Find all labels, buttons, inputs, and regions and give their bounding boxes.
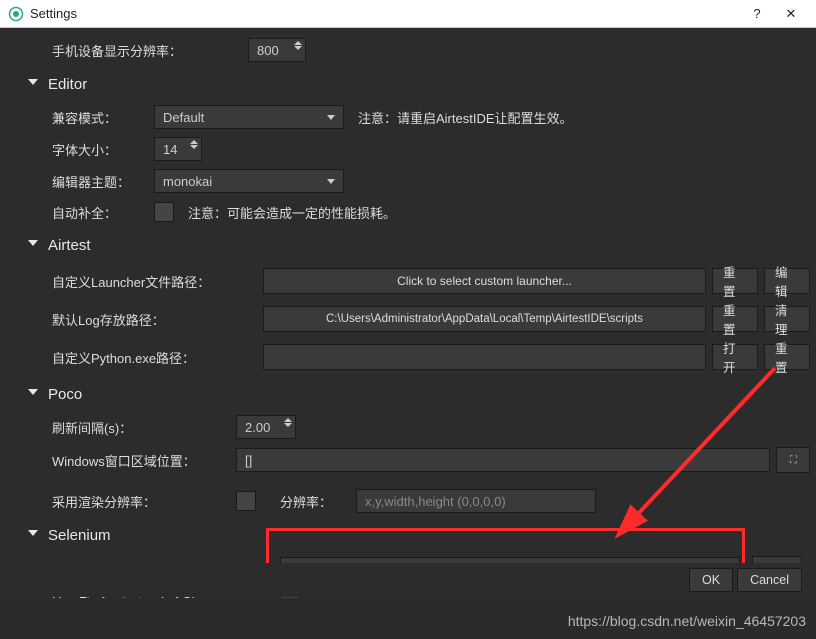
renderres-label: 采用渲染分辨率： [52,492,230,511]
autocomplete-label: 自动补全： [52,203,148,222]
collapse-icon [28,389,38,400]
section-airtest[interactable]: Airtest [6,227,810,262]
refresh-row: 刷新间隔(s)： 2.00 [6,411,810,443]
titlebar: Settings ? ✕ [0,0,816,28]
launcher-edit-button[interactable]: 编辑 [764,268,810,294]
collapse-icon [28,79,38,90]
python-open-button[interactable]: 打开 [712,344,758,370]
logdir-row: 默认Log存放路径： C:\Users\Administrator\AppDat… [6,300,810,338]
renderres-row: 采用渲染分辨率： 分辨率： x,y,width,height (0,0,0,0) [6,477,810,517]
logdir-reset-button[interactable]: 重置 [712,306,758,332]
autocomplete-row: 自动补全： 注意：可能会造成一定的性能损耗。 [6,197,810,227]
device-resolution-row: 手机设备显示分辨率： 800 [6,34,810,66]
renderres-checkbox[interactable] [236,491,256,511]
res-input[interactable]: x,y,width,height (0,0,0,0) [356,489,596,513]
watermark: https://blog.csdn.net/weixin_46457203 [568,613,806,629]
collapse-icon [28,530,38,541]
fontsize-row: 字体大小： 14 [6,133,810,165]
expand-icon: ⛶ [790,455,796,466]
theme-label: 编辑器主题： [52,172,148,191]
expand-button[interactable]: ⛶ [776,447,810,473]
logdir-label: 默认Log存放路径： [52,310,257,329]
section-airtest-title: Airtest [48,237,91,254]
spin-up-icon[interactable] [190,140,198,144]
section-selenium-title: Selenium [48,527,111,544]
device-resolution-input[interactable]: 800 [248,38,306,62]
spin-up-icon[interactable] [284,418,292,422]
fontsize-label: 字体大小： [52,140,148,159]
logdir-path[interactable]: C:\Users\Administrator\AppData\Local\Tem… [263,306,706,332]
logdir-clean-button[interactable]: 清理 [764,306,810,332]
close-button[interactable]: ✕ [774,1,808,27]
python-path[interactable] [263,344,706,370]
launcher-label: 自定义Launcher文件路径： [52,272,257,291]
help-button[interactable]: ? [740,1,774,27]
spin-down-icon[interactable] [190,145,198,149]
settings-content: 手机设备显示分辨率： 800 Editor 兼容模式： Default 注意：请… [0,28,816,598]
launcher-picker[interactable]: Click to select custom launcher... [263,268,706,294]
winarea-label: Windows窗口区域位置： [52,451,230,470]
launcher-row: 自定义Launcher文件路径： Click to select custom … [6,262,810,300]
section-editor-title: Editor [48,76,87,93]
python-label: 自定义Python.exe路径： [52,348,257,367]
compat-row: 兼容模式： Default 注意：请重启AirtestIDE让配置生效。 [6,101,810,133]
refresh-input[interactable]: 2.00 [236,415,296,439]
autocomplete-checkbox[interactable] [154,202,174,222]
theme-select[interactable]: monokai [154,169,344,193]
python-reset-button[interactable]: 重置 [764,344,810,370]
compat-select[interactable]: Default [154,105,344,129]
compat-label: 兼容模式： [52,108,148,127]
fontsize-input[interactable]: 14 [154,137,202,161]
section-selenium[interactable]: Selenium [6,517,810,552]
res-label: 分辨率： [280,492,350,511]
collapse-icon [28,240,38,251]
spin-down-icon[interactable] [294,46,302,50]
device-resolution-label: 手机设备显示分辨率： [52,41,242,60]
spin-down-icon[interactable] [284,423,292,427]
cancel-button[interactable]: Cancel [737,568,802,592]
ok-button[interactable]: OK [689,568,733,592]
compat-hint: 注意：请重启AirtestIDE让配置生效。 [358,108,573,127]
spin-up-icon[interactable] [294,41,302,45]
winarea-row: Windows窗口区域位置： [] ⛶ [6,443,810,477]
winarea-input[interactable]: [] [236,448,770,472]
section-editor[interactable]: Editor [6,66,810,101]
section-poco[interactable]: Poco [6,376,810,411]
dialog-footer: OK Cancel [0,563,816,597]
refresh-label: 刷新间隔(s)： [52,418,230,437]
launcher-reset-button[interactable]: 重置 [712,268,758,294]
section-poco-title: Poco [48,386,82,403]
chevron-down-icon [327,115,335,120]
theme-row: 编辑器主题： monokai [6,165,810,197]
python-row: 自定义Python.exe路径： 打开 重置 [6,338,810,376]
app-icon [8,6,24,22]
autocomplete-hint: 注意：可能会造成一定的性能损耗。 [188,203,396,222]
chevron-down-icon [327,179,335,184]
window-title: Settings [30,6,740,21]
